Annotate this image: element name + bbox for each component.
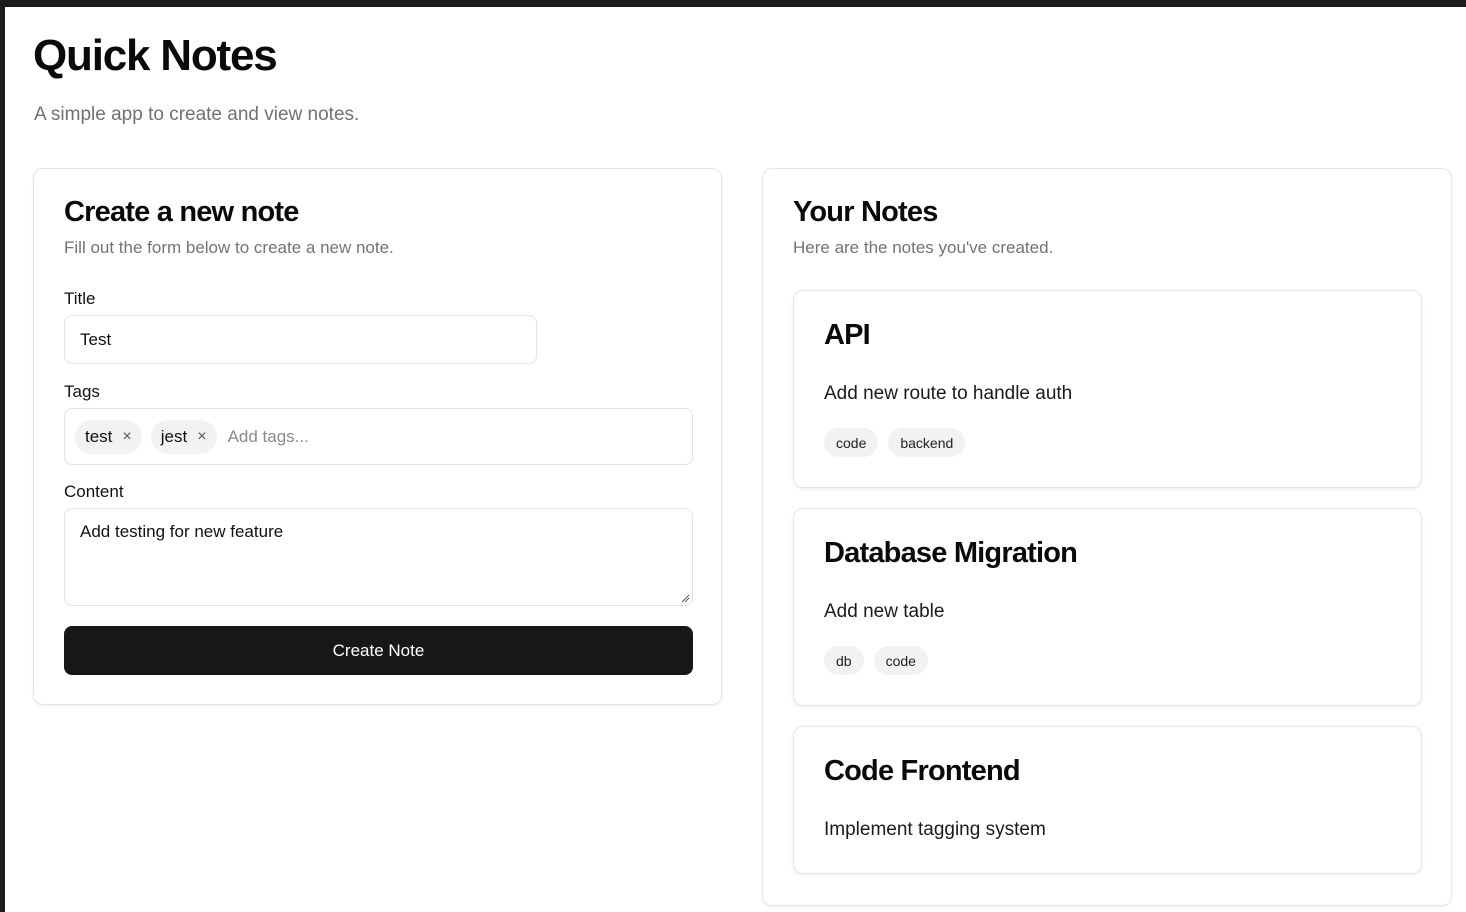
content-label: Content — [64, 482, 124, 501]
create-note-card: Create a new note Fill out the form belo… — [33, 168, 722, 705]
tags-input[interactable]: test × jest × Add tags... — [64, 408, 693, 465]
note-content: Add new table — [824, 601, 945, 622]
note-card[interactable]: Code Frontend Implement tagging system — [793, 726, 1422, 874]
content-textarea-value: Add testing for new feature — [80, 522, 284, 541]
create-note-description: Fill out the form below to create a new … — [64, 238, 394, 257]
tag-chip: jest × — [150, 419, 217, 454]
resize-handle-icon[interactable] — [680, 593, 690, 603]
note-content: Add new route to handle auth — [824, 383, 1073, 404]
note-tags: code backend — [824, 428, 966, 457]
note-tag: code — [824, 428, 879, 457]
title-input[interactable]: Test — [64, 315, 537, 364]
tags-label: Tags — [64, 382, 100, 401]
create-note-heading: Create a new note — [64, 196, 299, 228]
note-card[interactable]: Database Migration Add new table db code — [793, 508, 1422, 706]
content-textarea[interactable]: Add testing for new feature — [64, 508, 693, 606]
tags-placeholder[interactable]: Add tags... — [228, 427, 309, 447]
tag-chip: test × — [75, 419, 142, 454]
tag-chip-label: jest — [160, 426, 188, 446]
remove-tag-icon[interactable]: × — [122, 428, 131, 445]
note-content: Implement tagging system — [824, 819, 1046, 840]
note-tags: db code — [824, 646, 928, 675]
title-label: Title — [64, 289, 96, 308]
title-input-value: Test — [80, 329, 112, 349]
note-tag: code — [873, 646, 928, 675]
page-title: Quick Notes — [33, 31, 278, 80]
remove-tag-icon[interactable]: × — [197, 428, 206, 445]
page-subtitle: A simple app to create and view notes. — [34, 104, 360, 125]
notes-list-description: Here are the notes you've created. — [793, 238, 1054, 257]
note-title: API — [824, 319, 871, 351]
notes-list-card: Your Notes Here are the notes you've cre… — [762, 168, 1452, 906]
note-card[interactable]: API Add new route to handle auth code ba… — [793, 290, 1422, 488]
note-title: Database Migration — [824, 537, 1078, 569]
create-note-button[interactable]: Create Note — [64, 626, 693, 675]
note-title: Code Frontend — [824, 755, 1021, 787]
tag-chip-label: test — [85, 426, 113, 446]
notes-list-heading: Your Notes — [793, 196, 938, 228]
note-tag: backend — [888, 428, 966, 457]
note-tag: db — [824, 646, 864, 675]
app-window: Quick Notes A simple app to create and v… — [5, 7, 1466, 912]
